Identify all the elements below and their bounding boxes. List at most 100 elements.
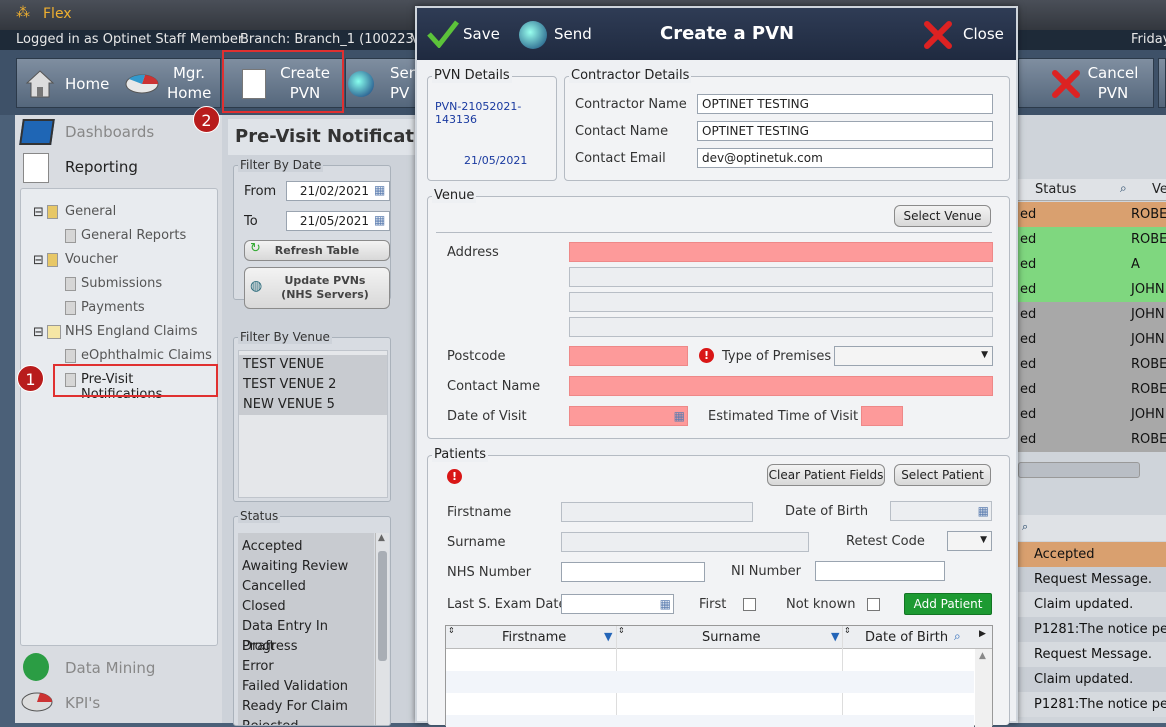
nav-kpis[interactable]: KPI's [65,694,100,712]
select-patient-button[interactable]: Select Patient [894,464,991,486]
table-row[interactable]: ed ROBER [1018,202,1166,227]
refresh-table-button[interactable]: Refresh Table [244,240,390,261]
contact-email-field[interactable]: dev@optinetuk.com [697,148,993,168]
status-scrollbar[interactable]: ▲ [375,533,389,725]
status-item[interactable]: Rejected [238,717,374,725]
status-item[interactable]: Error [238,657,374,677]
history-row[interactable]: P1281:The notice perio [1018,692,1166,717]
filter-icon[interactable]: ▼ [604,630,612,643]
dob-field[interactable]: ▦ [890,501,992,521]
table-row[interactable]: ed ROBER [1018,427,1166,452]
first-checkbox[interactable] [743,598,756,611]
tree-submissions[interactable]: Submissions [81,276,162,291]
venue-item[interactable]: TEST VENUE [239,355,387,375]
select-venue-button[interactable]: Select Venue [894,205,991,227]
tree-expander-general[interactable]: ⊟ [33,205,44,220]
nav-data-mining[interactable]: Data Mining [65,659,155,677]
retest-code-select[interactable]: ▼ [947,531,992,551]
history-row[interactable]: Request Message. [1018,642,1166,667]
address-line-3[interactable] [569,292,993,312]
history-row[interactable]: Accepted [1018,542,1166,567]
tree-expander-nhs[interactable]: ⊟ [33,325,44,340]
status-item[interactable]: Failed Validation [238,677,374,697]
tree-nhs-england-claims[interactable]: NHS England Claims [65,324,198,339]
address-line-4[interactable] [569,317,993,337]
table-row[interactable]: ed JOHN [1018,277,1166,302]
status-item[interactable]: Draft [238,637,374,657]
date-visit-field[interactable]: ▦ [569,406,688,426]
grid-col-firstname[interactable]: Firstname [502,630,566,645]
status-item[interactable]: Cancelled [238,577,374,597]
history-row[interactable]: Claim updated. [1018,667,1166,692]
tree-general-reports[interactable]: General Reports [81,228,186,243]
postcode-field[interactable] [569,346,688,366]
chevron-right-icon[interactable]: ▶ [979,629,986,639]
table-row[interactable]: ed ROBER [1018,377,1166,402]
history-row[interactable]: Claim updated. [1018,592,1166,617]
contractor-name-field[interactable]: OPTINET TESTING [697,94,993,114]
history-row[interactable]: P1281:The notice perio [1018,617,1166,642]
table-row[interactable]: ed JOHN [1018,302,1166,327]
save-button[interactable]: Save [463,25,500,43]
status-item[interactable]: Closed [238,597,374,617]
ni-number-field[interactable] [815,561,945,581]
nav-reporting[interactable]: Reporting [65,158,138,176]
venue-contact-field[interactable] [569,376,993,396]
table-row[interactable]: ed ROBER [1018,227,1166,252]
tree-eophthalmic-claims[interactable]: eOphthalmic Claims [81,348,212,363]
address-line-1[interactable] [569,242,993,262]
clear-patient-fields-button[interactable]: Clear Patient Fields [767,464,885,486]
home-button[interactable]: Home [65,74,109,94]
last-exam-field[interactable]: ▦ [561,594,674,614]
tree-voucher[interactable]: Voucher [65,252,118,267]
status-item[interactable]: Awaiting Review [238,557,374,577]
close-button[interactable]: Close [963,25,1004,43]
tree-general[interactable]: General [65,204,116,219]
nhs-number-field[interactable] [561,562,705,582]
sort-icon[interactable]: ⇕ [448,626,455,635]
search-icon[interactable]: ⌕ [1022,520,1028,534]
surname-field[interactable] [561,532,809,552]
contact-name-field[interactable]: OPTINET TESTING [697,121,993,141]
search-icon[interactable]: ⌕ [1120,181,1127,196]
nav-dashboards[interactable]: Dashboards [65,123,154,141]
tree-expander-voucher[interactable]: ⊟ [33,253,44,268]
filter-icon[interactable]: ▼ [831,630,839,643]
send-button[interactable]: Send [554,25,592,43]
firstname-field[interactable] [561,502,753,522]
calendar-icon[interactable]: ▦ [978,504,989,518]
table-hscroll-thumb[interactable] [1018,462,1140,478]
cancel-pvn-button[interactable]: Cancel PVN [1018,58,1154,108]
mgr-home-button[interactable]: Mgr. [169,63,209,83]
type-premises-select[interactable]: ▼ [834,346,993,366]
table-row[interactable]: ed ROBER [1018,352,1166,377]
status-column-header[interactable]: Status [1035,182,1076,197]
scroll-up-icon[interactable]: ▲ [378,533,385,543]
calendar-icon[interactable]: ▦ [374,213,385,227]
sort-icon[interactable]: ⇕ [618,626,625,635]
grid-col-dob[interactable]: Date of Birth [865,630,948,645]
table-row[interactable]: ed JOHN [1018,327,1166,352]
send-pvn-button[interactable]: Sen PV [345,58,418,108]
status-item[interactable]: Ready For Claim [238,697,374,717]
venue-item[interactable]: NEW VENUE 5 [239,395,387,415]
history-row[interactable]: Request Message. [1018,567,1166,592]
grid-scrollbar[interactable]: ▲ [975,649,992,727]
update-pvns-button[interactable]: Update PVNs (NHS Servers) [244,267,390,309]
calendar-icon[interactable]: ▦ [660,597,671,611]
address-line-2[interactable] [569,267,993,287]
calendar-icon[interactable]: ▦ [674,409,685,423]
status-item[interactable]: Accepted [238,537,374,557]
grid-col-surname[interactable]: Surname [702,630,760,645]
add-patient-button[interactable]: Add Patient [904,593,992,615]
search-icon[interactable]: ⌕ [954,629,961,644]
calendar-icon[interactable]: ▦ [374,183,385,197]
table-row[interactable]: ed JOHN [1018,402,1166,427]
not-known-checkbox[interactable] [867,598,880,611]
scroll-up-icon[interactable]: ▲ [979,651,986,661]
venue-item[interactable]: TEST VENUE 2 [239,375,387,395]
status-item[interactable]: Data Entry In Progress [238,617,374,654]
est-time-field[interactable] [861,406,903,426]
table-row[interactable]: edA FRIE [1018,252,1166,297]
sort-icon[interactable]: ⇕ [844,626,851,635]
